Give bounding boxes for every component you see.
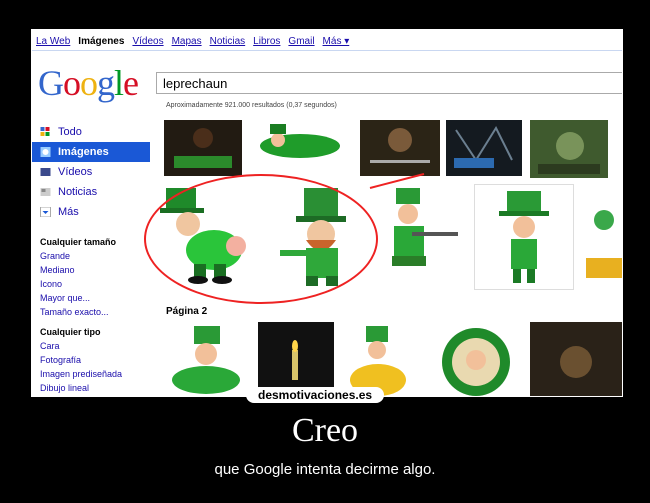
thumbnail-graphic (560, 346, 592, 378)
nav-divider (32, 50, 622, 51)
chevron-down-icon (40, 207, 51, 217)
top-nav: La Web Imágenes Vídeos Mapas Noticias Li… (36, 36, 349, 47)
screenshot-frame: La Web Imágenes Vídeos Mapas Noticias Li… (31, 29, 623, 397)
image-thumbnail[interactable] (530, 120, 608, 178)
thumbnail-graphic (292, 340, 298, 380)
image-thumbnail[interactable] (258, 322, 334, 396)
sidebar-item-more[interactable]: Más (32, 202, 150, 222)
type-filter-lineart[interactable]: Dibujo lineal (40, 381, 122, 395)
caption-subtitle: que Google intenta decirme algo. (214, 461, 436, 478)
sidebar-item-all[interactable]: Todo (32, 122, 150, 142)
search-input[interactable] (156, 72, 622, 94)
sidebar: Todo Imágenes Vídeos Noticias Más (32, 122, 150, 222)
size-filter-header: Cualquier tamaño (40, 237, 117, 247)
thumbnail-graphic (260, 124, 340, 158)
thumbnail-graphic (499, 191, 549, 283)
sidebar-item-label: Vídeos (58, 166, 93, 178)
filters: Cualquier tamaño Grande Mediano Icono Ma… (40, 233, 122, 395)
image-thumbnail[interactable] (580, 200, 622, 288)
image-icon (40, 147, 51, 157)
size-filter-medium[interactable]: Mediano (40, 263, 122, 277)
thumbnail-graphic (538, 132, 600, 174)
image-thumbnail[interactable] (474, 184, 574, 290)
nav-news[interactable]: Noticias (210, 36, 246, 47)
grid-icon (40, 127, 50, 136)
thumbnail-graphic (586, 210, 622, 278)
image-thumbnail[interactable] (248, 120, 352, 164)
nav-web[interactable]: La Web (36, 36, 70, 47)
thumbnail-graphic (370, 128, 430, 163)
image-thumbnail[interactable] (530, 322, 622, 396)
type-filter-header: Cualquier tipo (40, 327, 101, 337)
nav-books[interactable]: Libros (253, 36, 280, 47)
nav-more[interactable]: Más ▾ (323, 36, 350, 47)
size-filter-icon[interactable]: Icono (40, 277, 122, 291)
sidebar-item-label: Más (58, 206, 79, 218)
image-thumbnail[interactable] (164, 120, 242, 176)
nav-videos[interactable]: Vídeos (132, 36, 163, 47)
type-filter-face[interactable]: Cara (40, 339, 122, 353)
thumbnail-graphic (350, 326, 406, 396)
google-logo[interactable]: Google (38, 62, 139, 104)
nav-maps[interactable]: Mapas (172, 36, 202, 47)
size-filter-larger-than[interactable]: Mayor que... (40, 291, 122, 305)
sidebar-item-label: Noticias (58, 186, 98, 198)
image-thumbnail[interactable] (446, 120, 522, 176)
thumbnail-graphic (442, 328, 510, 396)
thumbnail-graphic (454, 125, 513, 168)
size-filter-large[interactable]: Grande (40, 249, 122, 263)
sidebar-item-label: Todo (58, 126, 82, 138)
sidebar-item-label: Imágenes (58, 146, 109, 158)
video-icon (40, 168, 51, 176)
type-filter-photo[interactable]: Fotografía (40, 353, 122, 367)
watermark: desmotivaciones.es (246, 387, 385, 403)
news-icon (40, 188, 51, 196)
thumbnail-graphic (172, 326, 240, 394)
thumbnail-graphic (174, 128, 232, 168)
caption-title: Creo (291, 412, 359, 449)
nav-gmail[interactable]: Gmail (288, 36, 314, 47)
type-filter-clipart[interactable]: Imagen prediseñada (40, 367, 122, 381)
image-thumbnail[interactable] (344, 322, 412, 396)
image-thumbnail[interactable] (434, 322, 518, 396)
results-count: Aproximadamente 921.000 resultados (0,37… (166, 102, 337, 109)
image-thumbnail[interactable] (164, 322, 248, 396)
red-arrow-annotation (369, 173, 425, 189)
red-circle-annotation (144, 174, 378, 304)
nav-images[interactable]: Imágenes (78, 36, 124, 47)
page-2-label: Página 2 (166, 306, 208, 317)
sidebar-item-videos[interactable]: Vídeos (32, 162, 150, 182)
size-filter-exact[interactable]: Tamaño exacto... (40, 305, 122, 319)
sidebar-item-images[interactable]: Imágenes (32, 142, 150, 162)
image-thumbnail[interactable] (360, 120, 440, 176)
sidebar-item-news[interactable]: Noticias (32, 182, 150, 202)
